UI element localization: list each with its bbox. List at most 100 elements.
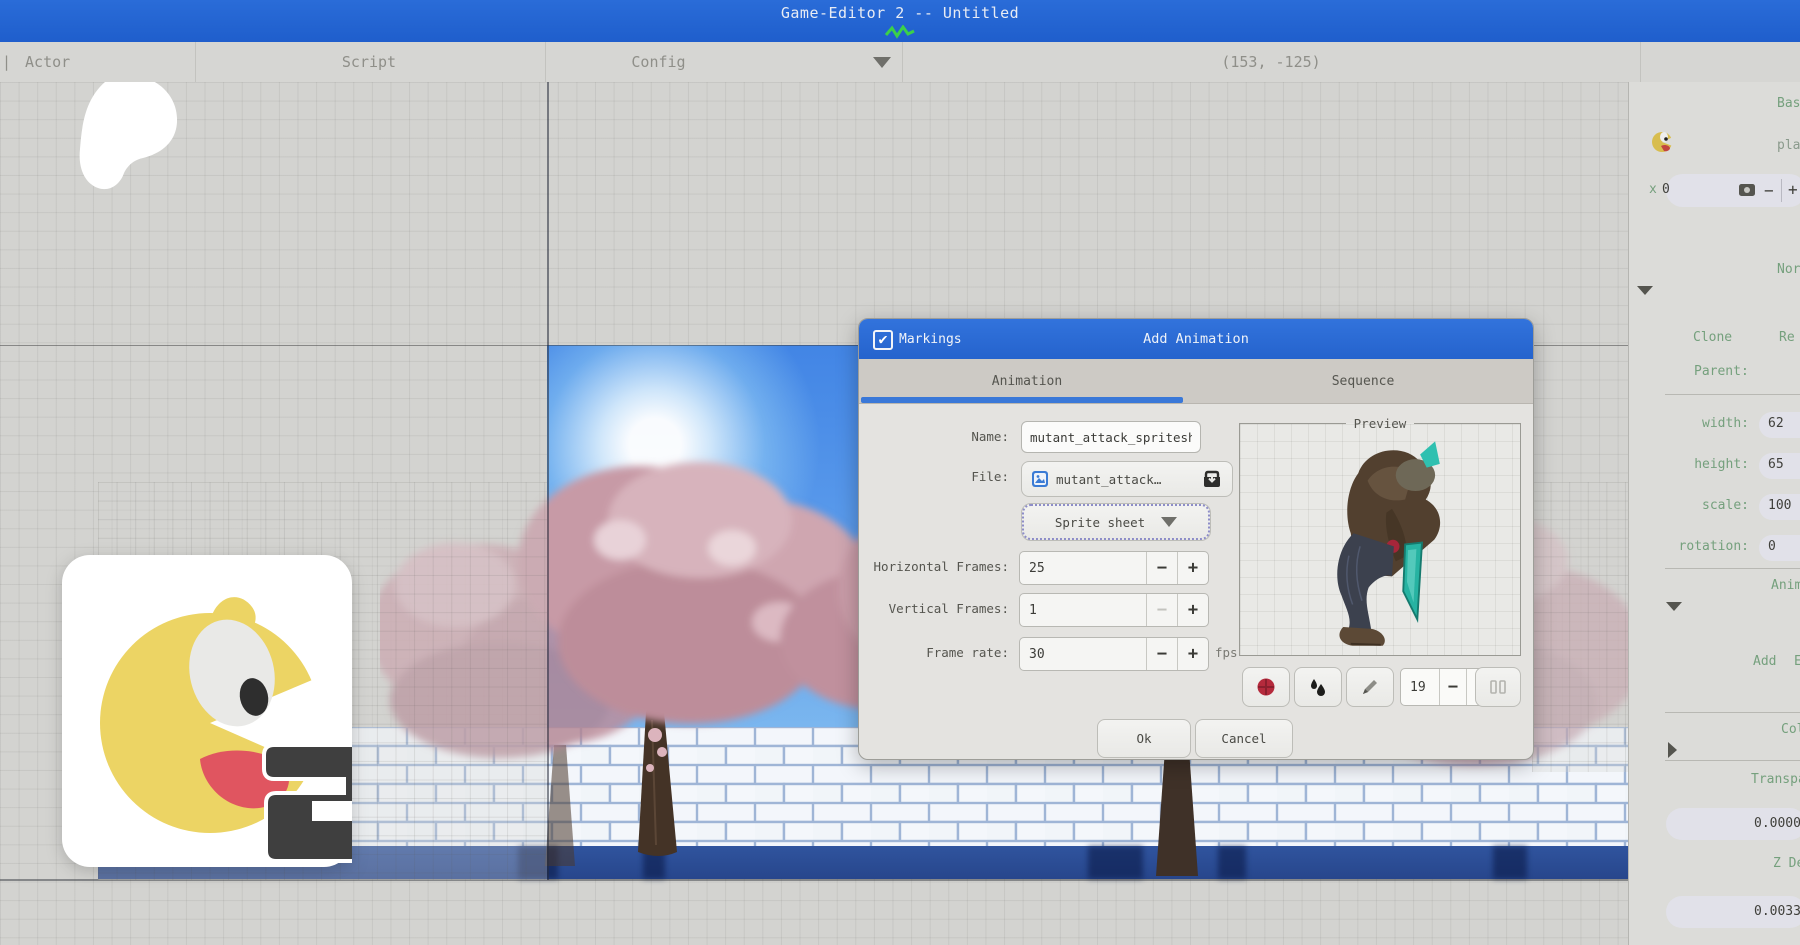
vframes-plus-button[interactable]: + bbox=[1177, 594, 1208, 626]
scale-label: scale: bbox=[1637, 498, 1749, 513]
divider bbox=[1665, 568, 1800, 569]
prop-row-height: height: 65 bbox=[1629, 453, 1800, 479]
properties-panel: Bas pla − + x 0 Nor Clone Re Parent: wid… bbox=[1628, 82, 1800, 945]
ink-mode-button[interactable] bbox=[1294, 667, 1342, 707]
view-left-edge-line bbox=[547, 82, 549, 880]
framerate-spinner: 30 − + bbox=[1019, 637, 1209, 671]
rotation-value[interactable]: 0 bbox=[1768, 539, 1776, 554]
menu-config-label: Config bbox=[631, 53, 685, 71]
add-animation-dialog: ✔ Markings Add Animation Animation Seque… bbox=[858, 318, 1534, 760]
menu-config[interactable]: Config bbox=[545, 42, 903, 82]
snapshot-icon bbox=[1738, 182, 1756, 198]
actor-name-label[interactable]: pla bbox=[1777, 138, 1800, 153]
ok-button-label: Ok bbox=[1136, 731, 1151, 746]
framerate-value[interactable]: 30 bbox=[1020, 638, 1146, 670]
section-basic-label: Bas bbox=[1777, 96, 1800, 111]
vframes-spinner: 1 − + bbox=[1019, 593, 1209, 627]
name-input[interactable] bbox=[1021, 421, 1201, 453]
x-minus-button[interactable]: − bbox=[1764, 181, 1774, 200]
parent-label[interactable]: Parent: bbox=[1694, 364, 1749, 379]
remove-button[interactable]: Re bbox=[1779, 330, 1795, 345]
tab-sequence[interactable]: Sequence bbox=[1195, 359, 1531, 403]
edit-animation-button[interactable]: E bbox=[1794, 654, 1800, 669]
preview-legend: Preview bbox=[1346, 416, 1415, 431]
file-button[interactable]: mutant_attack… bbox=[1021, 461, 1233, 497]
name-label: Name: bbox=[859, 429, 1009, 444]
blend-mode-label[interactable]: Nor bbox=[1777, 262, 1800, 277]
frame-number-value[interactable]: 19 bbox=[1401, 669, 1439, 705]
add-animation-button[interactable]: Add bbox=[1753, 654, 1776, 669]
transparency-label: Transpa bbox=[1751, 772, 1800, 787]
pencil-icon bbox=[1360, 677, 1380, 697]
menu-spacer bbox=[1640, 42, 1800, 82]
play-pause-button[interactable] bbox=[1475, 667, 1521, 707]
chevron-down-icon bbox=[1161, 517, 1177, 527]
vframes-minus-button[interactable]: − bbox=[1146, 594, 1177, 626]
divider bbox=[1665, 394, 1800, 395]
outside-view-fade-right bbox=[1532, 482, 1628, 772]
game-editor-2-logo bbox=[62, 555, 352, 867]
mutant-sprite-preview bbox=[1302, 433, 1452, 655]
pill-divider bbox=[1781, 179, 1782, 202]
animation-type-dropdown[interactable]: Sprite sheet bbox=[1021, 503, 1211, 541]
edit-pixel-button[interactable] bbox=[1346, 667, 1394, 707]
white-blob-actor[interactable] bbox=[70, 82, 188, 194]
active-tab-underline bbox=[861, 397, 1183, 403]
ok-button[interactable]: Ok bbox=[1097, 719, 1191, 758]
coordinates-label: (153, -125) bbox=[1221, 53, 1320, 71]
logo-digit-2 bbox=[266, 747, 352, 859]
dialog-title: Add Animation bbox=[859, 331, 1533, 347]
hframes-minus-button[interactable]: − bbox=[1146, 552, 1177, 584]
section-collision-label: Col bbox=[1781, 722, 1800, 737]
rotation-label: rotation: bbox=[1637, 539, 1749, 554]
image-icon bbox=[1032, 471, 1048, 487]
framerate-plus-button[interactable]: + bbox=[1177, 638, 1208, 670]
x-position-stepper[interactable]: − + bbox=[1666, 174, 1800, 207]
file-label: File: bbox=[859, 469, 1009, 484]
zdepth-label: Z De bbox=[1773, 856, 1800, 871]
clone-button[interactable]: Clone bbox=[1693, 330, 1732, 345]
transparency-value: 0.0000 bbox=[1754, 816, 1800, 831]
section-animation-label: Anim bbox=[1771, 578, 1800, 593]
expand-arrow-icon[interactable] bbox=[1668, 742, 1677, 758]
hframes-label: Horizontal Frames: bbox=[859, 559, 1009, 574]
menu-script[interactable]: Script bbox=[193, 42, 546, 82]
chevron-down-icon bbox=[873, 57, 891, 68]
cancel-button[interactable]: Cancel bbox=[1195, 719, 1293, 758]
vframes-value[interactable]: 1 bbox=[1020, 594, 1146, 626]
tab-animation-label: Animation bbox=[992, 374, 1062, 389]
framerate-minus-button[interactable]: − bbox=[1146, 638, 1177, 670]
zdepth-value: 0.0033 bbox=[1754, 904, 1800, 919]
prop-row-width: width: 62 bbox=[1629, 412, 1800, 438]
x-label: x bbox=[1649, 182, 1657, 197]
prop-row-rotation: rotation: 0 bbox=[1629, 535, 1800, 561]
height-value[interactable]: 65 bbox=[1768, 457, 1784, 472]
target-icon bbox=[1256, 677, 1276, 697]
cancel-button-label: Cancel bbox=[1221, 731, 1266, 746]
prop-row-scale: scale: 100 bbox=[1629, 494, 1800, 520]
x-plus-button[interactable]: + bbox=[1788, 180, 1798, 199]
dialog-title-bar[interactable]: ✔ Markings Add Animation bbox=[859, 319, 1533, 359]
menu-actor-label: Actor bbox=[25, 53, 70, 71]
width-value[interactable]: 62 bbox=[1768, 416, 1784, 431]
height-label: height: bbox=[1637, 457, 1749, 472]
hframes-value[interactable]: 25 bbox=[1020, 552, 1146, 584]
frame-minus-button[interactable]: − bbox=[1439, 669, 1466, 705]
hframes-plus-button[interactable]: + bbox=[1177, 552, 1208, 584]
scale-value[interactable]: 100 bbox=[1768, 498, 1791, 513]
rotation-field[interactable] bbox=[1759, 535, 1800, 561]
transparent-color-button[interactable] bbox=[1242, 667, 1290, 707]
framerate-unit: fps bbox=[1215, 645, 1238, 660]
pause-icon bbox=[1490, 680, 1506, 694]
transparency-field[interactable]: 0.0000 bbox=[1666, 808, 1800, 840]
title-bar: Game-Editor 2 -- Untitled bbox=[0, 0, 1800, 43]
collapse-arrow-icon[interactable] bbox=[1666, 602, 1682, 611]
menu-actor[interactable]: | Actor bbox=[0, 42, 196, 82]
collapse-arrow-icon[interactable] bbox=[1637, 286, 1653, 295]
hframes-spinner: 25 − + bbox=[1019, 551, 1209, 585]
actor-thumbnail-icon[interactable] bbox=[1651, 128, 1675, 154]
zdepth-field[interactable]: 0.0033 bbox=[1666, 896, 1800, 928]
droplets-icon bbox=[1308, 677, 1328, 697]
window-title: Game-Editor 2 -- Untitled bbox=[0, 4, 1800, 22]
framerate-label: Frame rate: bbox=[859, 645, 1009, 660]
